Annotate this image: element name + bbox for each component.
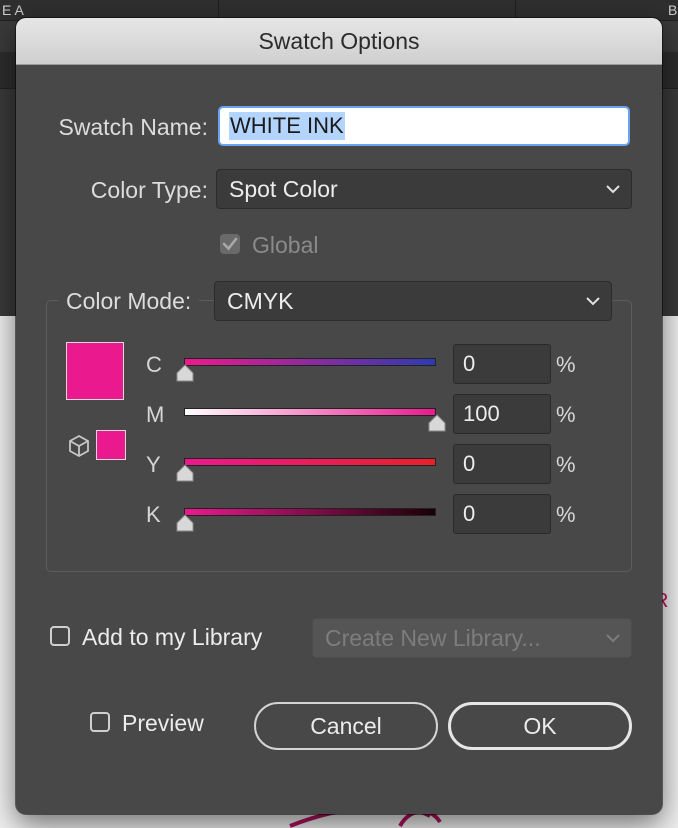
- cyan-unit: %: [556, 352, 576, 377]
- black-value-field[interactable]: 0: [453, 494, 551, 534]
- swatch-options-dialog: Swatch Options Swatch Name: WHITE INK Co…: [16, 18, 662, 814]
- yellow-value-field[interactable]: 0: [453, 444, 551, 484]
- magenta-slider[interactable]: [184, 408, 436, 416]
- add-to-library-checkbox[interactable]: [50, 626, 70, 646]
- background-tab-middle[interactable]: [219, 0, 516, 20]
- black-slider[interactable]: [184, 508, 436, 516]
- swatch-name-value: WHITE INK: [229, 112, 345, 140]
- out-of-gamut-swatch[interactable]: [96, 430, 126, 460]
- background-tab-right[interactable]: B: [516, 0, 678, 20]
- slider-thumb-icon[interactable]: [175, 514, 195, 532]
- cancel-button-label: Cancel: [310, 712, 382, 739]
- background-tab-left-label: E A: [2, 2, 24, 18]
- ok-button-label: OK: [523, 712, 557, 739]
- color-mode-select[interactable]: CMYK: [214, 281, 612, 321]
- black-label: K: [146, 502, 161, 527]
- color-mode-label: Color Mode:: [58, 288, 200, 315]
- background-tab-right-label: B: [668, 2, 678, 18]
- color-type-value: Spot Color: [229, 175, 338, 202]
- color-type-select[interactable]: Spot Color: [216, 169, 632, 209]
- swatch-color-preview: [66, 342, 124, 400]
- preview-checkbox[interactable]: [90, 712, 110, 732]
- slider-thumb-icon[interactable]: [427, 414, 447, 432]
- library-select-value: Create New Library...: [325, 624, 541, 651]
- global-label: Global: [252, 232, 319, 258]
- black-unit: %: [556, 502, 576, 527]
- library-select[interactable]: Create New Library...: [312, 618, 632, 658]
- magenta-unit: %: [556, 402, 576, 427]
- color-mode-value: CMYK: [227, 287, 294, 314]
- dialog-titlebar[interactable]: Swatch Options: [16, 18, 662, 65]
- swatch-name-label: Swatch Name:: [58, 114, 208, 140]
- chevron-down-icon: [586, 297, 600, 306]
- cyan-label: C: [146, 352, 162, 377]
- magenta-value: 100: [463, 401, 500, 426]
- chevron-down-icon: [606, 634, 620, 643]
- black-value: 0: [463, 501, 476, 526]
- cyan-value-field[interactable]: 0: [453, 344, 551, 384]
- cube-icon: [69, 434, 89, 458]
- swatch-name-input[interactable]: WHITE INK: [218, 106, 630, 146]
- magenta-value-field[interactable]: 100: [453, 394, 551, 434]
- cancel-button[interactable]: Cancel: [254, 702, 438, 750]
- global-checkbox[interactable]: [220, 234, 240, 254]
- dialog-title: Swatch Options: [258, 27, 420, 54]
- cyan-value: 0: [463, 351, 476, 376]
- yellow-label: Y: [146, 452, 161, 477]
- color-type-label: Color Type:: [90, 177, 208, 203]
- slider-thumb-icon[interactable]: [175, 364, 195, 382]
- slider-thumb-icon[interactable]: [175, 464, 195, 482]
- chevron-down-icon: [606, 185, 620, 194]
- add-to-library-label: Add to my Library: [82, 624, 263, 650]
- ok-button[interactable]: OK: [448, 702, 632, 750]
- preview-label: Preview: [122, 710, 204, 736]
- cyan-slider[interactable]: [184, 358, 436, 366]
- magenta-label: M: [146, 402, 165, 427]
- checkmark-icon: [222, 237, 238, 251]
- yellow-slider[interactable]: [184, 458, 436, 466]
- yellow-unit: %: [556, 452, 576, 477]
- yellow-value: 0: [463, 451, 476, 476]
- background-tab-left[interactable]: E A: [0, 0, 219, 20]
